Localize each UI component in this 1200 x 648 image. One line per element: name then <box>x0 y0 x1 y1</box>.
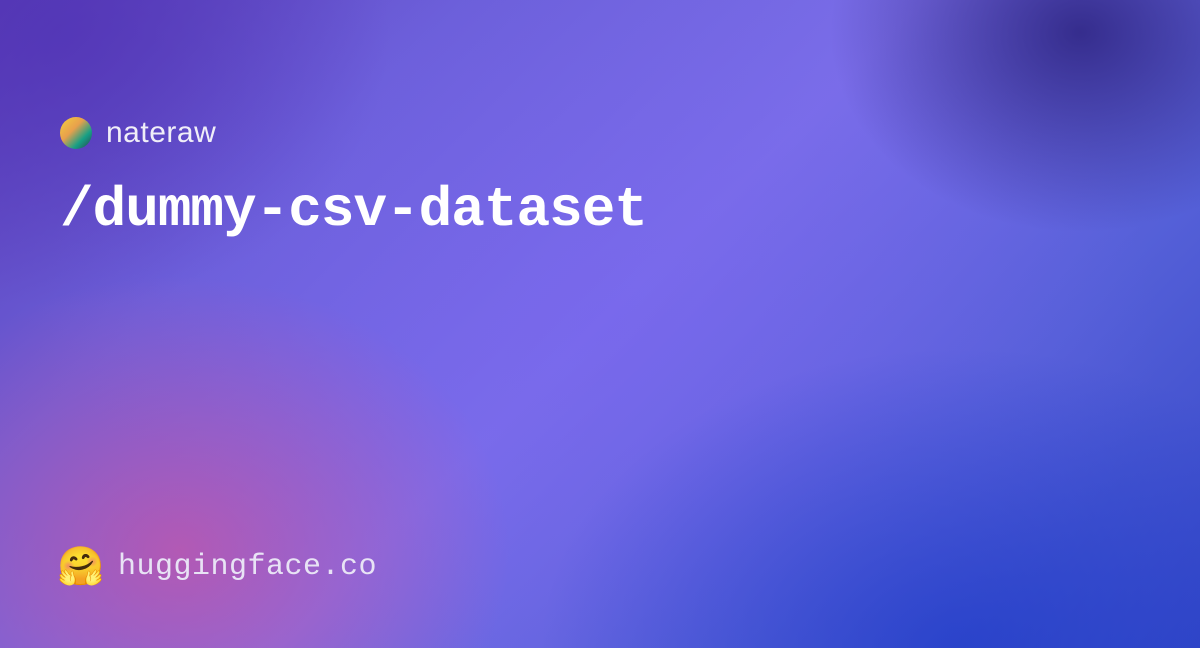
huggingface-logo-icon: 🤗 <box>60 546 102 588</box>
user-avatar <box>60 117 92 149</box>
username: nateraw <box>106 116 216 150</box>
social-card: nateraw /dummy-csv-dataset 🤗 huggingface… <box>0 0 1200 648</box>
spacer <box>60 242 1140 546</box>
domain-label: huggingface.co <box>118 550 377 584</box>
footer-row: 🤗 huggingface.co <box>60 546 1140 588</box>
repo-path: /dummy-csv-dataset <box>60 178 1140 242</box>
user-row: nateraw <box>60 116 1140 150</box>
